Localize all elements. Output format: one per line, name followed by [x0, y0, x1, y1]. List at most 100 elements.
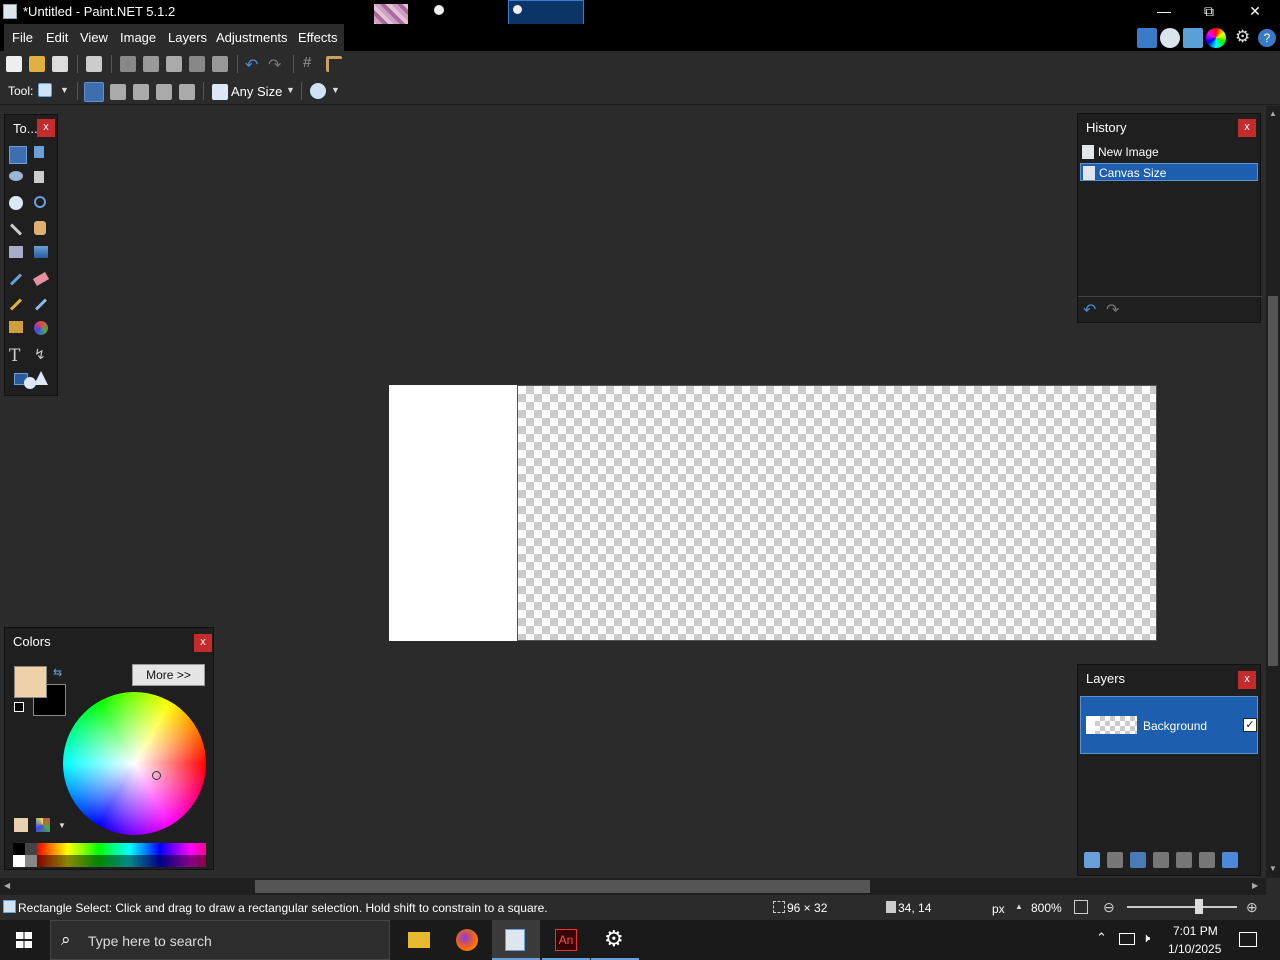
layer-properties-icon[interactable] [1222, 852, 1238, 868]
deselect-icon[interactable] [212, 56, 228, 72]
taskbar-settings[interactable]: ⚙ [591, 920, 639, 960]
restore-button[interactable]: ⧉ [1186, 0, 1232, 24]
menu-edit[interactable]: Edit [46, 30, 68, 45]
open-icon[interactable] [29, 56, 45, 72]
vertical-scroll-thumb[interactable] [1268, 296, 1278, 666]
taskbar-file-explorer[interactable] [394, 920, 442, 960]
union-mode-icon[interactable] [110, 84, 126, 100]
layer-visibility-checkbox[interactable]: ✓ [1243, 718, 1257, 732]
horizontal-scroll-thumb[interactable] [255, 880, 870, 893]
brush-size-dropdown[interactable]: Any Size [231, 84, 282, 99]
zoom-in-icon[interactable]: ⊕ [1246, 899, 1258, 916]
pan-icon[interactable] [34, 221, 52, 239]
zoom-slider-thumb[interactable] [1195, 899, 1203, 914]
replace-mode-icon[interactable] [84, 82, 104, 102]
tool-selector-icon[interactable] [38, 83, 52, 97]
move-selected-icon[interactable] [34, 146, 52, 164]
paste-icon[interactable] [166, 56, 182, 72]
ruler-icon[interactable] [326, 56, 342, 72]
shapes-icon[interactable] [14, 371, 50, 389]
taskbar-time[interactable]: 7:01 PM [1173, 924, 1218, 938]
vertical-scrollbar[interactable]: ▲ ▼ [1266, 106, 1280, 878]
swap-colors-icon[interactable]: ⇆ [53, 666, 62, 679]
move-selection-icon[interactable] [34, 171, 52, 189]
history-close-icon[interactable]: x [1238, 119, 1256, 137]
copy-icon[interactable] [143, 56, 159, 72]
menu-file[interactable]: File [12, 30, 33, 45]
tray-chevron-up-icon[interactable]: ⌃ [1096, 930, 1107, 946]
scroll-left-icon[interactable]: ◀ [4, 881, 10, 890]
color-wheel[interactable] [63, 692, 206, 835]
clone-stamp-icon[interactable] [9, 321, 27, 339]
add-palette-color-icon[interactable] [14, 818, 28, 832]
redo-icon[interactable]: ↷ [268, 55, 281, 75]
history-icon[interactable] [1160, 28, 1180, 48]
colors-close-icon[interactable]: x [194, 634, 212, 652]
add-layer-icon[interactable] [1084, 852, 1100, 868]
scroll-down-icon[interactable]: ▼ [1269, 864, 1277, 873]
close-button[interactable]: ✕ [1232, 0, 1278, 24]
chevron-down-icon[interactable]: ▼ [286, 85, 295, 95]
antialiasing-icon[interactable] [310, 83, 326, 99]
line-curve-icon[interactable]: ↯ [34, 346, 52, 364]
selection-size-icon[interactable] [212, 84, 228, 100]
zoom-slider-track[interactable] [1127, 906, 1237, 908]
text-icon[interactable]: T [9, 346, 27, 366]
invert-mode-icon[interactable] [179, 84, 195, 100]
layers-close-icon[interactable]: x [1238, 671, 1256, 689]
merge-layer-icon[interactable] [1153, 852, 1169, 868]
network-icon[interactable] [1119, 933, 1135, 945]
ellipse-select-icon[interactable] [9, 196, 27, 214]
help-icon[interactable]: ? [1258, 29, 1276, 47]
palette-menu-icon[interactable] [36, 818, 50, 832]
menu-adjustments[interactable]: Adjustments [216, 30, 288, 45]
rectangle-select-icon[interactable] [9, 146, 27, 164]
menu-effects[interactable]: Effects [298, 30, 338, 45]
taskbar-firefox[interactable] [443, 920, 491, 960]
history-item[interactable]: New Image [1080, 143, 1258, 161]
taskbar-date[interactable]: 1/10/2025 [1168, 942, 1221, 956]
lasso-select-icon[interactable] [9, 171, 27, 189]
history-redo-icon[interactable]: ↷ [1106, 300, 1119, 320]
delete-layer-icon[interactable] [1107, 852, 1123, 868]
scroll-right-icon[interactable]: ▶ [1252, 881, 1258, 890]
chevron-up-icon[interactable]: ▲ [1015, 902, 1023, 911]
primary-color-swatch[interactable] [14, 666, 47, 698]
paintbrush-icon[interactable] [9, 271, 27, 289]
taskbar-paintnet[interactable] [492, 920, 540, 960]
more-colors-button[interactable]: More >> [132, 664, 205, 686]
zoom-out-icon[interactable]: ⊖ [1103, 899, 1115, 916]
recolor-icon[interactable] [34, 321, 52, 339]
volume-muted-icon[interactable]: 🕨 [1142, 930, 1150, 946]
pencil-icon[interactable] [9, 296, 27, 314]
gradient-icon[interactable] [34, 246, 52, 264]
intersect-mode-icon[interactable] [156, 84, 172, 100]
menu-view[interactable]: View [80, 30, 108, 45]
reset-colors-icon[interactable] [14, 702, 24, 712]
new-file-icon[interactable] [6, 56, 22, 72]
canvas-transparent-region[interactable] [517, 385, 1157, 641]
chevron-down-icon[interactable]: ▼ [58, 821, 66, 830]
horizontal-scrollbar[interactable]: ◀ ▶ [0, 878, 1266, 895]
grid-icon[interactable]: # [303, 54, 311, 71]
taskbar-animate[interactable]: An [542, 920, 590, 960]
zoom-icon[interactable] [34, 196, 52, 214]
colors-icon[interactable] [1206, 28, 1226, 48]
canvas-white-region[interactable] [389, 385, 517, 641]
eraser-icon[interactable] [32, 271, 52, 289]
units-dropdown[interactable]: px [992, 902, 1005, 916]
color-palette[interactable] [13, 843, 206, 867]
zoom-to-window-icon[interactable] [1074, 900, 1088, 914]
save-icon[interactable] [52, 56, 68, 72]
magic-wand-icon[interactable] [9, 221, 27, 239]
windows-start-icon[interactable] [16, 932, 32, 948]
layers-icon[interactable] [1183, 28, 1203, 48]
paint-bucket-icon[interactable] [9, 246, 27, 264]
move-layer-down-icon[interactable] [1199, 852, 1215, 868]
minimize-button[interactable]: — [1141, 0, 1187, 24]
zoom-level[interactable]: 800% [1031, 901, 1062, 915]
history-item-selected[interactable]: Canvas Size [1080, 163, 1258, 181]
color-wheel-cursor[interactable] [152, 771, 161, 780]
tools-icon[interactable] [1137, 28, 1157, 48]
undo-icon[interactable]: ↶ [245, 55, 258, 75]
